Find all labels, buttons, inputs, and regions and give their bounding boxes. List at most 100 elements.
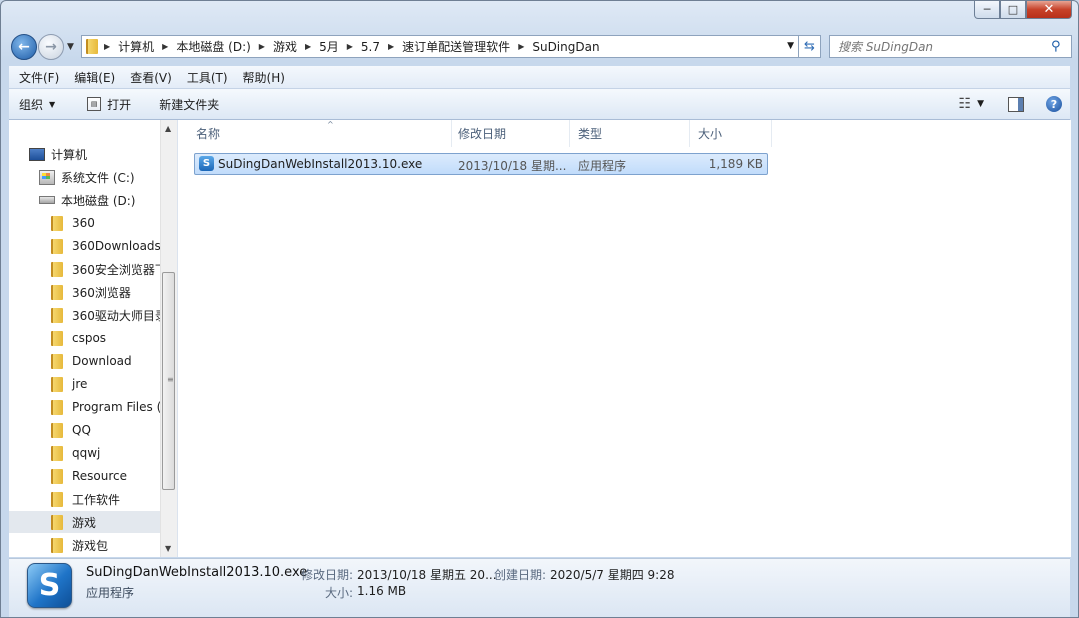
menu-file[interactable]: 文件(F): [9, 69, 64, 86]
new-folder-button[interactable]: 新建文件夹: [141, 89, 229, 119]
tree-item-computer[interactable]: 计算机: [29, 143, 177, 165]
tree-item-folder[interactable]: 360: [51, 212, 177, 234]
details-filename: SuDingDanWebInstall2013.10.exe: [86, 565, 308, 580]
tree-item-label: qqwj: [72, 446, 101, 460]
navigation-pane[interactable]: 计算机 系统文件 (C:) 本地磁盘 (D:) 360 360Downloads…: [9, 120, 178, 557]
open-button[interactable]: ▤ 打开: [65, 89, 141, 119]
tree-item-folder[interactable]: 360安全浏览器下: [51, 258, 160, 280]
tree-item-drive-d[interactable]: 本地磁盘 (D:): [39, 189, 177, 211]
menu-help[interactable]: 帮助(H): [233, 69, 290, 86]
folder-icon: [51, 215, 63, 231]
help-icon[interactable]: ?: [1046, 96, 1062, 112]
address-bar[interactable]: ▶ 计算机 ▶ 本地磁盘 (D:) ▶ 游戏 ▶ 5月 ▶ 5.7 ▶ 速订单配…: [81, 35, 799, 58]
tree-item-folder[interactable]: jre: [51, 373, 177, 395]
refresh-button[interactable]: ⇆: [799, 35, 821, 58]
file-modified: 2013/10/18 星期...: [458, 159, 567, 173]
file-list[interactable]: 名称 ^ 修改日期 类型 大小 S SuDingDanWebInstall201…: [178, 120, 1071, 557]
tree-item-drive-c[interactable]: 系统文件 (C:): [39, 166, 177, 188]
maximize-button[interactable]: □: [1000, 1, 1026, 19]
open-file-icon: ▤: [87, 97, 102, 111]
column-header-modified[interactable]: 修改日期: [450, 120, 570, 147]
menu-edit[interactable]: 编辑(E): [64, 69, 120, 86]
breadcrumb-may[interactable]: 5月: [319, 38, 339, 55]
forward-button[interactable]: →: [38, 34, 64, 60]
tree-item-folder[interactable]: Resource: [51, 465, 177, 487]
tree-item-label: Download: [72, 354, 132, 368]
breadcrumb-games[interactable]: 游戏: [273, 38, 297, 55]
details-size-value: 1.16 MB: [357, 584, 407, 598]
scroll-down-icon[interactable]: ▼: [165, 544, 171, 553]
search-icon[interactable]: ⚲: [1051, 39, 1061, 54]
view-options-dropdown-icon[interactable]: ▼: [977, 99, 984, 109]
tree-item-folder[interactable]: qqwj: [51, 442, 177, 464]
folder-icon: [51, 537, 63, 553]
tree-item-folder[interactable]: Program Files (x: [51, 396, 160, 418]
organize-button[interactable]: 组织 ▼: [9, 89, 65, 119]
close-icon: ✕: [1043, 2, 1055, 17]
folder-icon: [51, 238, 63, 254]
tree-item-label: jre: [72, 377, 88, 391]
minimize-button[interactable]: ─: [974, 1, 1000, 19]
tree-item-label: 系统文件 (C:): [61, 170, 135, 185]
folder-icon: [51, 330, 63, 346]
tree-item-label: 360驱动大师目录: [72, 308, 160, 323]
column-header-type[interactable]: 类型: [570, 120, 690, 147]
tree-item-label: 游戏: [72, 515, 97, 530]
tree-item-folder[interactable]: 工作软件: [51, 488, 177, 510]
explorer-window: ─ □ ✕ ← → ▼ ▶ 计算机 ▶ 本地磁盘 (D:) ▶ 游戏 ▶ 5月 …: [0, 0, 1079, 618]
breadcrumb-separator-icon[interactable]: ▶: [347, 42, 353, 51]
tree-item-folder[interactable]: QQ: [51, 419, 177, 441]
tree-item-label: Resource: [72, 469, 128, 483]
scroll-up-icon[interactable]: ▲: [165, 124, 171, 133]
breadcrumb-5-7[interactable]: 5.7: [361, 40, 380, 54]
tree-item-folder[interactable]: 360浏览器: [51, 281, 177, 303]
change-view-icon[interactable]: ☷: [959, 96, 971, 112]
folder-icon: [51, 376, 63, 392]
breadcrumb-separator-icon[interactable]: ▶: [104, 42, 110, 51]
breadcrumb-separator-icon[interactable]: ▶: [305, 42, 311, 51]
breadcrumb-drive-d[interactable]: 本地磁盘 (D:): [176, 38, 250, 55]
column-header-label: 名称: [196, 127, 221, 141]
close-button[interactable]: ✕: [1026, 1, 1072, 19]
folder-icon: [51, 445, 63, 461]
search-input[interactable]: [829, 35, 1072, 58]
breadcrumb-separator-icon[interactable]: ▶: [388, 42, 394, 51]
breadcrumb-sudingdan[interactable]: SuDingDan: [532, 40, 599, 54]
details-created-value: 2020/5/7 星期四 9:28: [550, 568, 675, 582]
menu-bar: 文件(F) 编辑(E) 查看(V) 工具(T) 帮助(H): [9, 66, 1070, 89]
column-header-size[interactable]: 大小: [690, 120, 772, 147]
back-arrow-icon: ←: [18, 39, 30, 55]
column-header-label: 大小: [698, 127, 723, 141]
tree-item-label: 360Downloads: [72, 239, 161, 253]
chevron-down-icon: ▼: [67, 42, 74, 52]
file-name: SuDingDanWebInstall2013.10.exe: [218, 157, 423, 171]
chevron-down-icon: ▼: [49, 99, 56, 109]
folder-icon: [51, 353, 63, 369]
tree-item-folder[interactable]: 游戏包: [51, 534, 177, 556]
address-dropdown-icon[interactable]: ▼: [787, 41, 794, 51]
navigation-scrollbar[interactable]: ▲ ≡ ▼: [160, 120, 177, 557]
tree-item-folder[interactable]: 360Downloads: [51, 235, 177, 257]
breadcrumb-separator-icon[interactable]: ▶: [259, 42, 265, 51]
back-button[interactable]: ←: [11, 34, 37, 60]
application-icon: S: [199, 156, 214, 171]
tree-item-folder[interactable]: cspos: [51, 327, 177, 349]
tree-item-folder[interactable]: Download: [51, 350, 177, 372]
file-row-selected[interactable]: S SuDingDanWebInstall2013.10.exe 2013/10…: [194, 153, 768, 175]
menu-tools[interactable]: 工具(T): [177, 69, 233, 86]
breadcrumb-separator-icon[interactable]: ▶: [162, 42, 168, 51]
column-header-name[interactable]: 名称 ^: [188, 120, 452, 147]
tree-item-folder-selected[interactable]: 游戏: [9, 511, 160, 533]
breadcrumb-software[interactable]: 速订单配送管理软件: [402, 38, 510, 55]
breadcrumb-separator-icon[interactable]: ▶: [518, 42, 524, 51]
folder-icon: [51, 399, 63, 415]
breadcrumb-computer[interactable]: 计算机: [118, 38, 154, 55]
computer-icon: [29, 147, 45, 161]
recent-pages-dropdown[interactable]: ▼: [67, 42, 74, 52]
menu-view[interactable]: 查看(V): [120, 69, 177, 86]
tree-item-folder[interactable]: 360驱动大师目录: [51, 304, 160, 326]
details-modified-label: 修改日期:: [301, 568, 354, 582]
preview-pane-icon[interactable]: [1008, 96, 1024, 112]
folder-icon: [51, 422, 63, 438]
scrollbar-thumb[interactable]: ≡: [162, 272, 175, 490]
